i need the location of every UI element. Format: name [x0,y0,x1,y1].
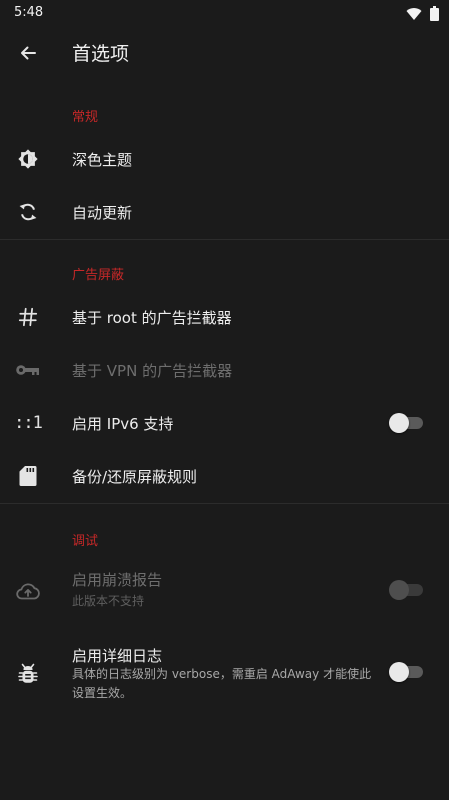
status-bar: 5:48 [0,0,449,26]
wifi-icon [406,6,422,25]
verbose-log-toggle[interactable] [389,662,423,682]
sync-icon [12,196,44,228]
pref-vpn-blocker[interactable]: 基于 VPN 的广告拦截器 [0,349,449,391]
battery-icon [430,6,439,25]
pref-label: 备份/还原屏蔽规则 [72,468,198,486]
hash-icon [12,301,44,333]
crash-report-toggle[interactable] [389,580,423,600]
pref-label: 深色主题 [72,151,133,169]
preferences-screen: 5:48 首选项 常规 深色主题 自动更新 广告屏蔽 基于 root 的广告拦截… [0,0,449,800]
status-time: 5:48 [14,5,44,20]
sd-card-icon [12,460,44,492]
pref-auto-update[interactable]: 自动更新 [0,191,449,233]
page-title: 首选项 [72,43,130,65]
pref-label: 启用崩溃报告 [72,571,163,589]
pref-summary: 此版本不支持 [72,594,145,608]
section-header-general: 常规 [72,110,99,125]
arrow-back-icon[interactable] [14,39,42,67]
key-icon [12,354,44,386]
pref-dark-theme[interactable]: 深色主题 [0,138,449,180]
dark-theme-icon [12,143,44,175]
toggle-thumb [389,580,409,600]
status-icons [406,6,439,25]
toggle-thumb [389,413,409,433]
pref-label: 自动更新 [72,204,133,222]
pref-backup-restore[interactable]: 备份/还原屏蔽规则 [0,455,449,497]
toggle-thumb [389,662,409,682]
pref-verbose-log[interactable]: 启用详细日志 具体的日志级别为 verbose，需重启 AdAway 才能使此设… [0,642,449,708]
section-header-debug: 调试 [72,534,99,549]
cloud-upload-icon [12,575,44,607]
ipv6-toggle[interactable] [389,413,423,433]
section-divider [0,503,449,504]
pref-label: 基于 root 的广告拦截器 [72,309,232,327]
pref-summary: 具体的日志级别为 verbose，需重启 AdAway 才能使此设置生效。 [72,667,372,700]
pref-label: 启用详细日志 [72,647,163,665]
pref-label: 启用 IPv6 支持 [72,415,174,433]
section-divider [0,239,449,240]
ipv6-icon-text: ::1 [14,413,43,433]
pref-root-blocker[interactable]: 基于 root 的广告拦截器 [0,296,449,338]
pref-ipv6[interactable]: ::1 启用 IPv6 支持 [0,402,449,444]
app-bar: 首选项 [0,26,449,80]
bug-icon [12,658,44,690]
pref-label: 基于 VPN 的广告拦截器 [72,362,233,380]
ipv6-icon: ::1 [12,407,44,439]
section-header-ad-blocking: 广告屏蔽 [72,268,125,283]
pref-crash-report[interactable]: 启用崩溃报告 此版本不支持 [0,564,449,618]
